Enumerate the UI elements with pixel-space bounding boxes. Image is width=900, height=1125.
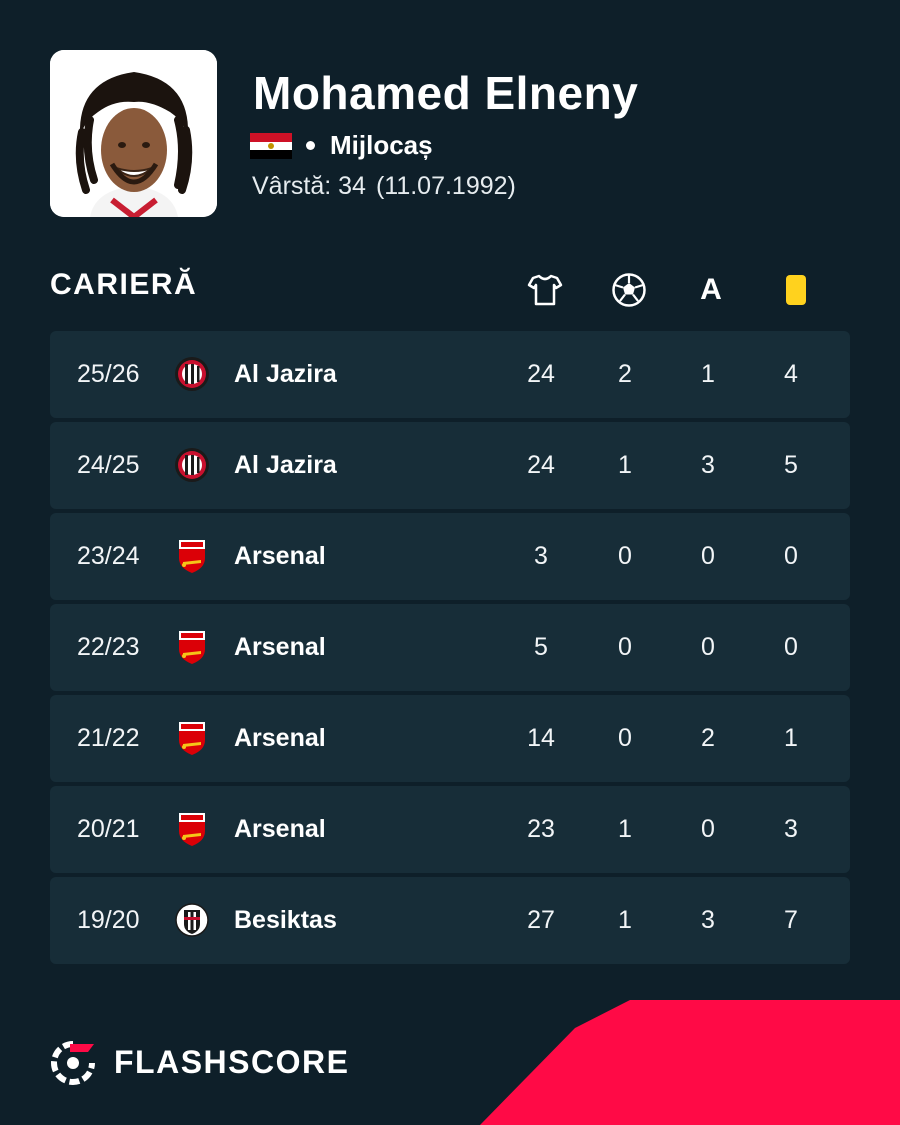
al-jazira-crest-icon [175,448,209,482]
yellow-cards: 3 [784,815,798,843]
yellow-cards: 5 [784,451,798,479]
season: 22/23 [77,633,140,661]
arsenal-crest-icon [179,813,205,846]
team-name: Arsenal [234,815,326,843]
appearances: 14 [527,724,555,752]
season: 21/22 [77,724,140,752]
assists: 1 [701,360,715,388]
flashscore-logo-icon [51,1041,95,1085]
assists: 3 [701,451,715,479]
assists: 2 [701,724,715,752]
team-name: Al Jazira [234,451,337,479]
flashscore-wordmark: FLASHSCORE [114,1044,350,1080]
yellow-card-icon [776,270,816,310]
appearances: 27 [527,906,555,934]
player-position: Mijlocaș [330,130,433,160]
assist-icon: A [691,270,731,310]
shirt-icon [525,270,565,310]
season: 25/26 [77,360,140,388]
goals: 1 [618,451,632,479]
appearances: 24 [527,360,555,388]
career-table: 25/26 Al Jazira 24 2 1 4 24/25 Al Jazira… [50,331,850,968]
career-row: 25/26 Al Jazira 24 2 1 4 [50,331,850,418]
team-name: Besiktas [234,906,337,934]
assist-label: A [700,273,722,306]
separator-dot [306,141,315,150]
career-row: 23/24 Arsenal 3 0 0 0 [50,513,850,600]
ball-icon [609,270,649,310]
yellow-cards: 7 [784,906,798,934]
age-label: Vârstă: 34 [252,172,366,200]
assists: 0 [701,633,715,661]
arsenal-crest-icon [179,722,205,755]
assists: 0 [701,815,715,843]
arsenal-crest-icon [179,631,205,664]
season: 19/20 [77,906,140,934]
career-title: CARIERĂ [50,268,198,301]
season: 23/24 [77,542,140,570]
goals: 2 [618,360,632,388]
goals: 0 [618,633,632,661]
career-row: 19/20 Besiktas 27 1 3 7 [50,877,850,964]
career-row: 20/21 Arsenal 23 1 0 3 [50,786,850,873]
team-name: Al Jazira [234,360,337,388]
goals: 1 [618,815,632,843]
assists: 3 [701,906,715,934]
goals: 0 [618,542,632,570]
team-name: Arsenal [234,542,326,570]
assists: 0 [701,542,715,570]
al-jazira-crest-icon [175,357,209,391]
appearances: 5 [534,633,548,661]
arsenal-crest-icon [179,540,205,573]
player-avatar [50,50,217,217]
career-row: 22/23 Arsenal 5 0 0 0 [50,604,850,691]
appearances: 3 [534,542,548,570]
yellow-cards: 1 [784,724,798,752]
egypt-flag-icon [250,133,292,159]
player-name: Mohamed Elneny [253,67,639,119]
career-row: 21/22 Arsenal 14 0 2 1 [50,695,850,782]
yellow-cards: 0 [784,542,798,570]
appearances: 23 [527,815,555,843]
player-age: Vârstă: 34 (11.07.1992) [252,172,526,201]
yellow-cards: 4 [784,360,798,388]
yellow-cards: 0 [784,633,798,661]
appearances: 24 [527,451,555,479]
besiktas-crest-icon [175,903,209,937]
team-name: Arsenal [234,633,326,661]
season: 24/25 [77,451,140,479]
team-name: Arsenal [234,724,326,752]
goals: 1 [618,906,632,934]
goals: 0 [618,724,632,752]
brand-accent-band [480,1000,900,1125]
career-row: 24/25 Al Jazira 24 1 3 5 [50,422,850,509]
season: 20/21 [77,815,140,843]
birthdate: (11.07.1992) [375,172,516,200]
